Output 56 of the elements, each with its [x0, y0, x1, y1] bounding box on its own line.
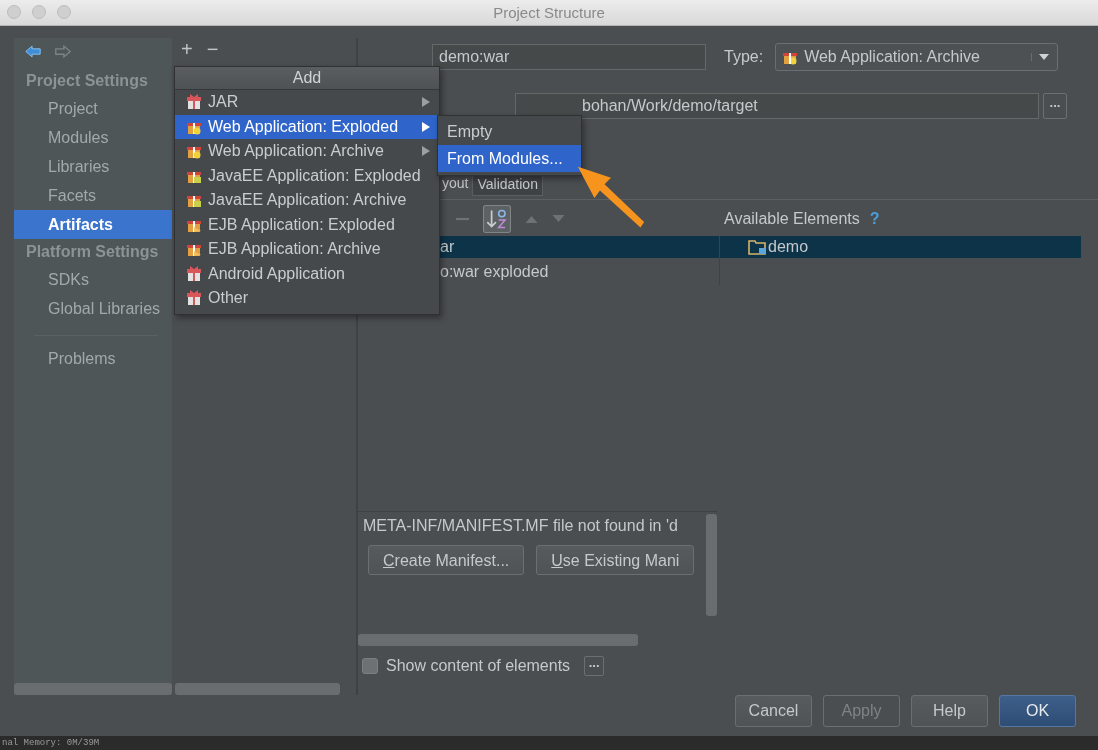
dialog-button[interactable]: Help: [911, 695, 988, 727]
sidebar-item[interactable]: Project: [14, 94, 172, 123]
close-button[interactable]: [7, 5, 21, 19]
tree-row[interactable]: demo: [720, 236, 1081, 258]
output-directory-field[interactable]: bohan/Work/demo/target: [515, 93, 1039, 119]
back-arrow-icon[interactable]: [24, 44, 42, 59]
browse-button[interactable]: ...: [1043, 93, 1067, 119]
menu-title: Add: [175, 67, 439, 90]
add-button[interactable]: +: [181, 38, 193, 62]
sidebar-item[interactable]: Libraries: [14, 152, 172, 181]
menu-item[interactable]: EJB Application: Exploded: [175, 212, 439, 237]
sort-icon[interactable]: [483, 205, 511, 233]
type-dropdown[interactable]: Web Application: Archive: [775, 43, 1059, 71]
folder-icon: [748, 239, 766, 255]
manifest-button[interactable]: Create Manifest...: [368, 545, 525, 575]
menu-item[interactable]: Android Application: [175, 261, 439, 286]
menu-item[interactable]: JavaEE Application: Exploded: [175, 163, 439, 188]
checkbox[interactable]: [362, 658, 378, 674]
window-title: Project Structure: [493, 4, 605, 21]
sidebar-item[interactable]: Problems: [14, 344, 172, 373]
move-up-icon[interactable]: [525, 215, 538, 223]
status-text: nal Memory: 0M/39M: [1, 737, 100, 749]
available-elements-heading: Available Elements: [724, 210, 860, 228]
remove-button[interactable]: −: [206, 38, 219, 62]
menu-item[interactable]: Empty: [438, 118, 581, 145]
caret-icon: [1031, 53, 1050, 61]
manifest-button[interactable]: Use Existing Mani: [536, 545, 695, 575]
zoom-button[interactable]: [57, 5, 71, 19]
more-button[interactable]: ...: [584, 656, 605, 676]
scrollbar[interactable]: [14, 683, 172, 695]
scrollbar[interactable]: [706, 514, 717, 616]
forward-arrow-icon[interactable]: [54, 44, 72, 59]
menu-item[interactable]: Web Application: Archive: [175, 139, 439, 164]
sidebar-item[interactable]: Modules: [14, 123, 172, 152]
menu-item[interactable]: Web Application: Exploded: [175, 114, 439, 139]
sidebar-heading: Platform Settings: [25, 242, 160, 262]
menu-item[interactable]: JavaEE Application: Archive: [175, 188, 439, 213]
menu-item[interactable]: From Modules...: [438, 145, 581, 172]
scrollbar[interactable]: [175, 683, 340, 695]
scrollbar[interactable]: [358, 634, 638, 646]
checkbox-label: Show content of elements: [386, 657, 571, 675]
dialog-button[interactable]: OK: [999, 695, 1076, 727]
type-label: Type:: [724, 48, 764, 66]
sidebar-item[interactable]: SDKs: [14, 265, 172, 294]
menu-item[interactable]: Other: [175, 286, 439, 311]
sidebar-item[interactable]: Artifacts: [14, 210, 172, 239]
sidebar-heading: Project Settings: [25, 71, 149, 91]
sidebar-item[interactable]: Global Libraries: [14, 294, 172, 323]
sidebar-item[interactable]: Facets: [14, 181, 172, 210]
help-icon[interactable]: ?: [869, 210, 880, 228]
move-down-icon[interactable]: [552, 215, 565, 223]
name-field[interactable]: demo:war: [432, 44, 706, 70]
dialog-button[interactable]: Cancel: [735, 695, 812, 727]
manifest-message: META-INF/MANIFEST.MF file not found in 'd: [363, 517, 679, 535]
minimize-button[interactable]: [32, 5, 46, 19]
menu-item[interactable]: JAR: [175, 90, 439, 115]
